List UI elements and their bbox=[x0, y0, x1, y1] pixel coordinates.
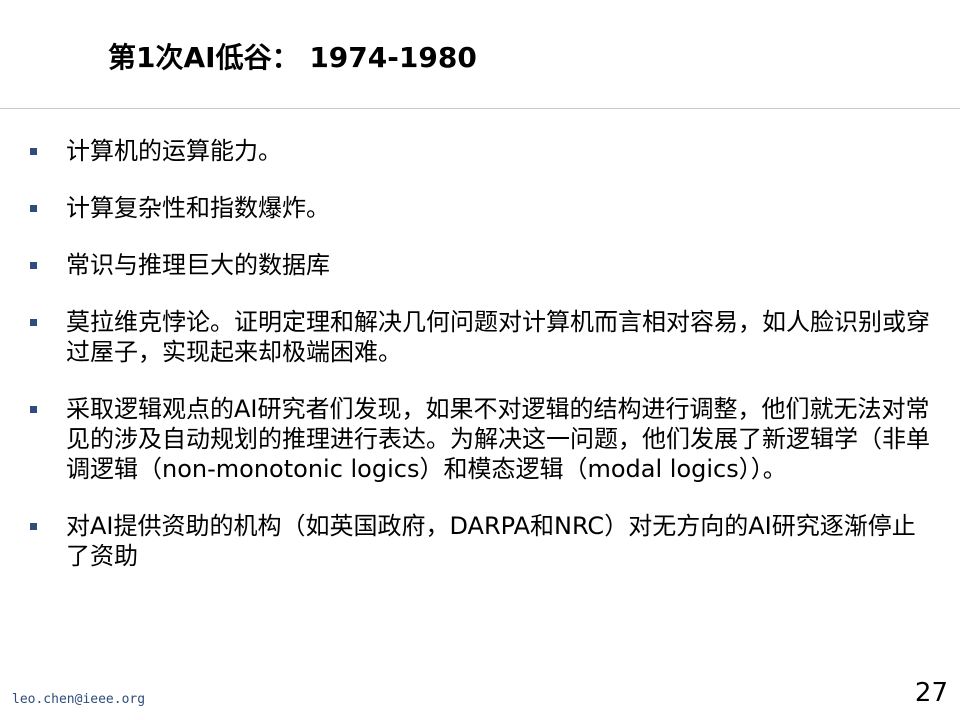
bullet-item: 莫拉维克悖论。证明定理和解决几何问题对计算机而言相对容易，如人脸识别或穿过屋子，… bbox=[0, 307, 960, 367]
bullet-item: 常识与推理巨大的数据库 bbox=[0, 250, 960, 280]
square-bullet-icon bbox=[30, 205, 37, 212]
slide-title: 第1次AI低谷： 1974-1980 bbox=[108, 41, 477, 74]
bullet-item: 计算机的运算能力。 bbox=[0, 136, 960, 166]
bullet-text: 计算机的运算能力。 bbox=[66, 137, 282, 165]
bullet-list: 计算机的运算能力。 计算复杂性和指数爆炸。 常识与推理巨大的数据库 莫拉维克悖论… bbox=[0, 136, 960, 598]
bullet-item: 采取逻辑观点的AI研究者们发现，如果不对逻辑的结构进行调整，他们就无法对常见的涉… bbox=[0, 394, 960, 484]
square-bullet-icon bbox=[30, 319, 37, 326]
square-bullet-icon bbox=[30, 262, 37, 269]
bullet-text: 计算复杂性和指数爆炸。 bbox=[66, 194, 330, 222]
bullet-item: 对AI提供资助的机构（如英国政府，DARPA和NRC）对无方向的AI研究逐渐停止… bbox=[0, 511, 960, 571]
square-bullet-icon bbox=[30, 523, 37, 530]
square-bullet-icon bbox=[30, 406, 37, 413]
title-divider bbox=[0, 108, 960, 109]
bullet-text: 对AI提供资助的机构（如英国政府，DARPA和NRC）对无方向的AI研究逐渐停止… bbox=[66, 512, 916, 570]
square-bullet-icon bbox=[30, 148, 37, 155]
slide-number: 27 bbox=[914, 678, 948, 708]
footer-email: leo.chen@ieee.org bbox=[12, 692, 146, 707]
bullet-text: 莫拉维克悖论。证明定理和解决几何问题对计算机而言相对容易，如人脸识别或穿过屋子，… bbox=[66, 308, 930, 366]
bullet-text: 采取逻辑观点的AI研究者们发现，如果不对逻辑的结构进行调整，他们就无法对常见的涉… bbox=[66, 395, 930, 483]
bullet-item: 计算复杂性和指数爆炸。 bbox=[0, 193, 960, 223]
bullet-text: 常识与推理巨大的数据库 bbox=[66, 251, 330, 279]
